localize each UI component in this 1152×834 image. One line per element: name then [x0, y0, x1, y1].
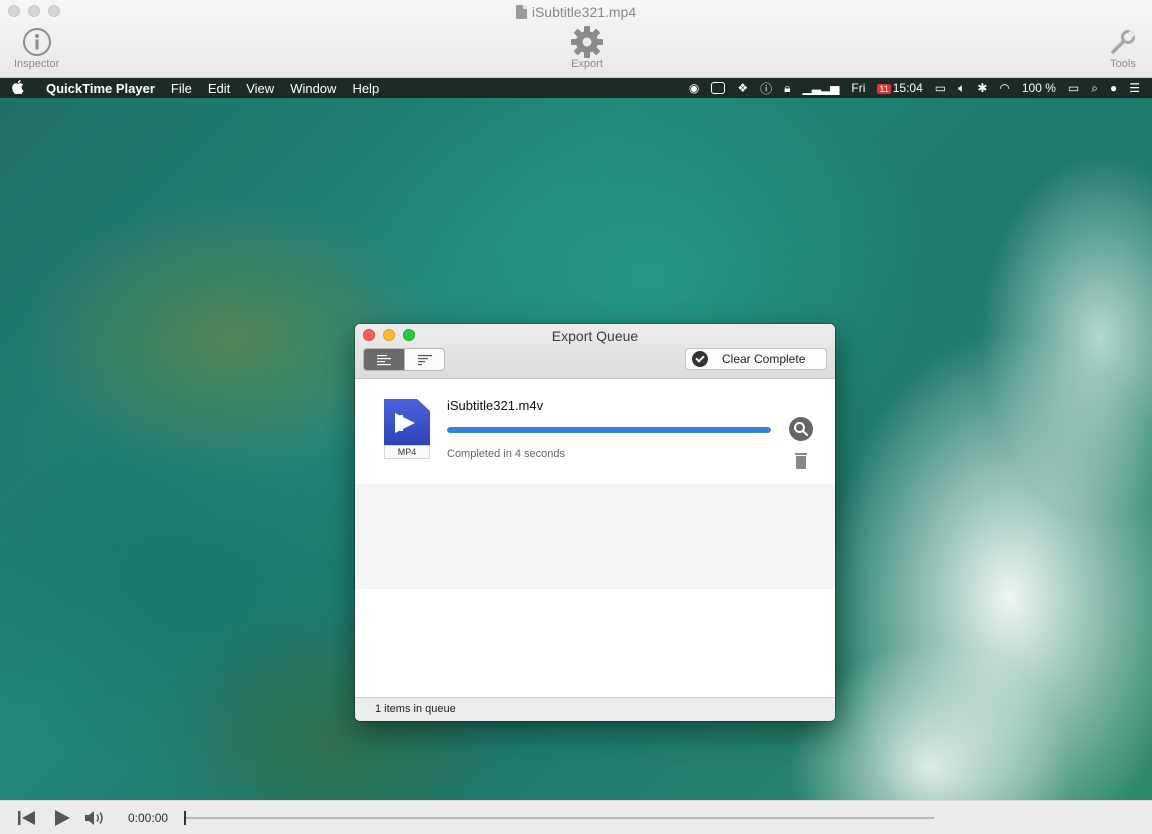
battery-icon: ▭	[1067, 81, 1080, 95]
siri-icon: ●	[1109, 81, 1118, 95]
export-progress-fill	[447, 427, 771, 433]
tools-label: Tools	[1110, 58, 1136, 70]
dropbox-icon: ❖	[737, 81, 749, 95]
queue-item-status: Completed in 4 seconds	[447, 448, 566, 460]
clear-complete-button[interactable]: Clear Complete	[685, 348, 827, 370]
reveal-in-finder-button[interactable]	[789, 417, 813, 441]
menu-window: Window	[290, 80, 337, 96]
speaker-icon	[85, 810, 103, 825]
apple-icon	[12, 79, 26, 97]
skip-back-button[interactable]	[16, 810, 38, 826]
menu-edit: Edit	[207, 80, 231, 96]
wrench-icon	[1110, 26, 1136, 58]
inspector-button[interactable]: Inspector	[14, 26, 59, 70]
gear-icon	[570, 26, 604, 58]
menubar-clock: 15:04	[892, 81, 923, 95]
bluetooth-icon: ✱	[977, 81, 988, 95]
spotlight-icon: ⌕	[1091, 80, 1098, 95]
timeline-scrubber[interactable]	[184, 810, 935, 825]
inspector-label: Inspector	[14, 58, 60, 70]
tools-button[interactable]: Tools	[1110, 26, 1136, 70]
queue-item: MP4 iSubtitle321.m4v Completed in 4 seco…	[355, 379, 835, 484]
window-title-text: iSubtitle321.mp4	[531, 4, 637, 20]
skip-back-icon	[18, 810, 35, 825]
menu-view: View	[246, 80, 275, 96]
menubar-day: Fri	[851, 81, 866, 95]
export-label: Export	[571, 58, 603, 70]
airplay-icon: ▭	[934, 81, 947, 95]
export-queue-title: Export Queue	[551, 328, 639, 344]
video-menubar: QuickTime Player File Edit View Window H…	[0, 78, 1152, 98]
menu-file: File	[170, 80, 192, 96]
menubar-status-area: ◉ ❖ ⓘ 🔒︎ ▁▃▂▅ Fri 11 15:04 ▭ 🔈︎ ✱ ◠ 100 %…	[689, 80, 1140, 97]
window-titlebar: iSubtitle321.mp4 Inspector Export Tools	[0, 0, 1152, 78]
play-button[interactable]	[52, 809, 72, 827]
file-type-label: MP4	[384, 445, 430, 459]
magnifier-icon	[794, 422, 809, 437]
window-title: iSubtitle321.mp4	[0, 4, 1152, 20]
wifi-icon: ◠	[999, 81, 1010, 95]
list-view-button[interactable]	[364, 349, 404, 370]
activity-icon: ▁▃▂▅	[802, 81, 840, 95]
record-icon: ◉	[688, 81, 700, 95]
align-lines-icon	[417, 354, 432, 365]
clear-complete-label: Clear Complete	[722, 352, 806, 366]
align-left-icon	[377, 354, 391, 365]
info-icon	[22, 26, 52, 58]
battery-percent: 100 %	[1021, 81, 1056, 95]
volume-button[interactable]	[84, 810, 106, 826]
compact-view-button[interactable]	[404, 349, 444, 370]
playback-controls: 0:00:00	[0, 800, 1152, 834]
view-mode-segmented-control	[363, 348, 445, 371]
current-time: 0:00:00	[128, 810, 169, 825]
menubar-app-name: QuickTime Player	[46, 80, 155, 96]
lock-icon: 🔒︎	[784, 80, 791, 95]
menu-help: Help	[352, 80, 380, 96]
terminal-icon	[711, 82, 726, 94]
queue-item-filename: iSubtitle321.m4v	[447, 398, 544, 413]
calendar-date: 11	[877, 84, 891, 94]
play-icon	[55, 809, 70, 826]
export-button[interactable]: Export	[570, 26, 604, 70]
export-queue-header: Export Queue Clear Complete	[355, 324, 835, 379]
onepassword-icon: ⓘ	[760, 81, 773, 96]
export-progress-bar	[447, 427, 771, 433]
document-icon	[515, 5, 527, 19]
checkmark-icon	[692, 351, 708, 367]
calendar-icon: 11 15:04	[877, 81, 923, 95]
queue-empty-row	[355, 484, 835, 589]
mp4-file-icon: MP4	[383, 399, 431, 459]
volume-icon: 🔈︎	[958, 80, 966, 95]
queue-footer: 1 items in queue	[355, 697, 835, 721]
notification-center-icon: ☰	[1129, 81, 1140, 95]
export-queue-window: Export Queue Clear Complete MP4 iSubtitl…	[355, 324, 835, 721]
trash-icon[interactable]	[795, 453, 807, 469]
playhead[interactable]	[184, 810, 187, 825]
